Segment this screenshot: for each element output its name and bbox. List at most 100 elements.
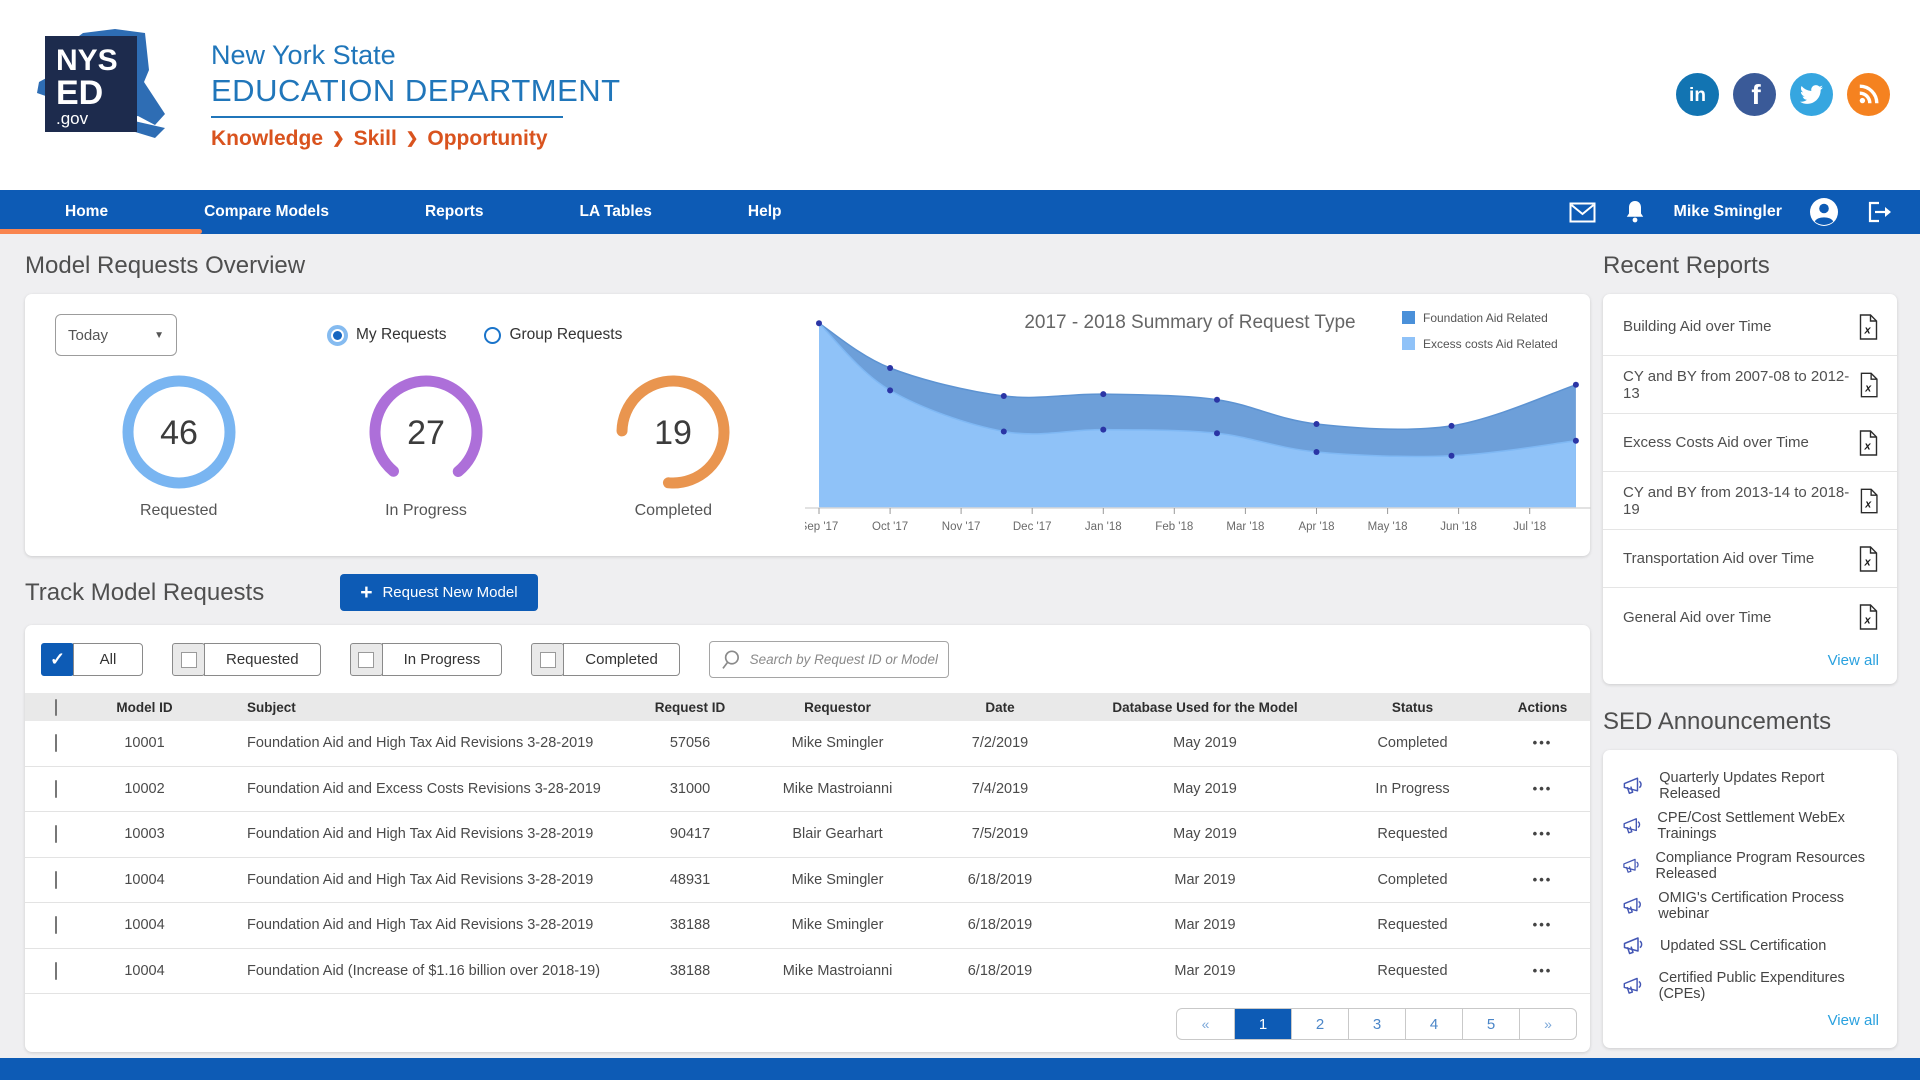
pagination-page-1[interactable]: 1: [1234, 1009, 1291, 1039]
chart-title: 2017 - 2018 Summary of Request Type: [1024, 312, 1355, 333]
filter-requested[interactable]: Requested: [172, 643, 321, 676]
cell-model-id: 10003: [87, 826, 202, 842]
radio-group-requests[interactable]: Group Requests: [484, 325, 622, 346]
user-name[interactable]: Mike Smingler: [1674, 203, 1782, 221]
row-actions-menu-icon[interactable]: •••: [1533, 781, 1553, 796]
excel-file-icon[interactable]: x: [1858, 314, 1879, 340]
announcement-omig-s-certification-process-webinar[interactable]: OMIG's Certification Process webinar: [1603, 886, 1897, 926]
twitter-icon[interactable]: [1790, 73, 1833, 116]
announcement-label: OMIG's Certification Process webinar: [1658, 890, 1883, 922]
excel-file-icon[interactable]: x: [1858, 604, 1879, 630]
pagination-page-5[interactable]: 5: [1462, 1009, 1519, 1039]
checkbox-icon[interactable]: [172, 643, 205, 676]
filter-all[interactable]: ✓All: [41, 643, 143, 676]
excel-file-icon[interactable]: x: [1859, 488, 1879, 514]
checkbox-icon[interactable]: [350, 643, 383, 676]
cell-status: In Progress: [1330, 781, 1495, 797]
pagination-page-2[interactable]: 2: [1291, 1009, 1348, 1039]
nav-item-la-tables[interactable]: LA Tables: [580, 203, 652, 221]
search-input[interactable]: [750, 652, 938, 667]
svg-text:x: x: [1863, 615, 1871, 627]
filter-label: Completed: [563, 643, 680, 676]
row-checkbox[interactable]: [55, 780, 57, 798]
excel-file-icon[interactable]: x: [1858, 546, 1879, 572]
cell-requestor: Blair Gearhart: [755, 826, 920, 842]
nav-item-home[interactable]: Home: [65, 203, 108, 221]
stat-value: 27: [407, 414, 445, 452]
row-checkbox[interactable]: [55, 825, 57, 843]
report-item-cy-and-by-from-2013-14-to-2018-19[interactable]: CY and BY from 2013-14 to 2018-19x: [1603, 472, 1897, 530]
announcement-cpe-cost-settlement-webex-trainings[interactable]: CPE/Cost Settlement WebEx Trainings: [1603, 806, 1897, 846]
row-actions-menu-icon[interactable]: •••: [1533, 917, 1553, 932]
announcement-compliance-program-resources-released[interactable]: Compliance Program Resources Released: [1603, 846, 1897, 886]
announcement-certified-public-expenditures-cpes[interactable]: Certified Public Expenditures (CPEs): [1603, 966, 1897, 1006]
row-checkbox[interactable]: [55, 962, 57, 980]
reports-view-all-link[interactable]: View all: [1828, 652, 1879, 669]
row-checkbox[interactable]: [55, 871, 57, 889]
search-icon: [720, 649, 742, 671]
site-header: NYS ED .gov New York State EDUCATION DEP…: [0, 0, 1920, 190]
row-actions-menu-icon[interactable]: •••: [1533, 872, 1553, 887]
nav-item-compare-models[interactable]: Compare Models: [204, 203, 329, 221]
megaphone-icon: [1621, 854, 1643, 878]
row-actions-menu-icon[interactable]: •••: [1533, 826, 1553, 841]
mail-icon[interactable]: [1569, 202, 1596, 223]
megaphone-icon: [1621, 894, 1645, 918]
report-item-general-aid-over-time[interactable]: General Aid over Timex: [1603, 588, 1897, 646]
stat-requested: 46Requested: [55, 370, 302, 520]
select-all-cell: [25, 700, 87, 715]
pagination-page-4[interactable]: 4: [1405, 1009, 1462, 1039]
rss-icon[interactable]: [1847, 73, 1890, 116]
tagline-opportunity: Opportunity: [427, 127, 547, 150]
row-actions-menu-icon[interactable]: •••: [1533, 735, 1553, 750]
logout-icon[interactable]: [1866, 200, 1892, 224]
select-all-checkbox[interactable]: [55, 699, 57, 716]
radio-circle: [327, 325, 348, 346]
announcement-quarterly-updates-report-released[interactable]: Quarterly Updates Report Released: [1603, 766, 1897, 806]
filter-in-progress[interactable]: In Progress: [350, 643, 503, 676]
main-nav: Home Compare Models Reports LA Tables Help M…: [0, 190, 1920, 234]
report-item-cy-and-by-from-2007-08-to-2012-13[interactable]: CY and BY from 2007-08 to 2012-13x: [1603, 356, 1897, 414]
main-content: Model Requests Overview Today ▼ My Reque…: [0, 234, 1920, 1052]
report-item-building-aid-over-time[interactable]: Building Aid over Timex: [1603, 298, 1897, 356]
plus-icon: +: [360, 581, 372, 605]
filter-label: In Progress: [382, 643, 503, 676]
period-select[interactable]: Today ▼: [55, 314, 177, 356]
cell-actions: •••: [1495, 781, 1590, 797]
announcement-updated-ssl-certification[interactable]: Updated SSL Certification: [1603, 926, 1897, 966]
table-row: 10004Foundation Aid and High Tax Aid Rev…: [25, 858, 1590, 904]
nysed-logo: NYS ED .gov: [25, 20, 195, 170]
stat-value: 46: [160, 414, 198, 452]
row-checkbox[interactable]: [55, 916, 57, 934]
report-item-excess-costs-aid-over-time[interactable]: Excess Costs Aid over Timex: [1603, 414, 1897, 472]
stat-completed: 19Completed: [550, 370, 797, 520]
request-new-model-button[interactable]: + Request New Model: [340, 574, 537, 611]
request-type-chart: Sep '17Oct '17Nov '17Dec '17Jan '18Feb '…: [797, 294, 1591, 556]
cell-requestor: Mike Mastroianni: [755, 963, 920, 979]
table-row: 10003Foundation Aid and High Tax Aid Rev…: [25, 812, 1590, 858]
facebook-icon[interactable]: f: [1733, 73, 1776, 116]
notifications-bell-icon[interactable]: [1623, 199, 1647, 225]
account-icon[interactable]: [1809, 197, 1839, 227]
excel-file-icon[interactable]: x: [1859, 372, 1879, 398]
announcements-view-all-link[interactable]: View all: [1828, 1012, 1879, 1029]
row-checkbox[interactable]: [55, 734, 57, 752]
column-header-model-id: Model ID: [87, 700, 202, 715]
nav-item-help[interactable]: Help: [748, 203, 782, 221]
linkedin-icon[interactable]: in: [1676, 73, 1719, 116]
cell-database-used-for-the-model: Mar 2019: [1080, 917, 1330, 933]
nav-item-reports[interactable]: Reports: [425, 203, 484, 221]
checkbox-checked-icon[interactable]: ✓: [41, 643, 74, 676]
row-actions-menu-icon[interactable]: •••: [1533, 963, 1553, 978]
report-item-transportation-aid-over-time[interactable]: Transportation Aid over Timex: [1603, 530, 1897, 588]
pagination-page-3[interactable]: 3: [1348, 1009, 1405, 1039]
pagination-next[interactable]: »: [1519, 1009, 1576, 1039]
pagination-prev[interactable]: «: [1177, 1009, 1234, 1039]
checkbox-icon[interactable]: [531, 643, 564, 676]
cell-actions: •••: [1495, 872, 1590, 888]
x-tick-label: Dec '17: [1013, 521, 1052, 533]
radio-my-requests[interactable]: My Requests: [327, 325, 446, 346]
filter-completed[interactable]: Completed: [531, 643, 680, 676]
excel-file-icon[interactable]: x: [1858, 430, 1879, 456]
megaphone-icon: [1621, 934, 1647, 958]
